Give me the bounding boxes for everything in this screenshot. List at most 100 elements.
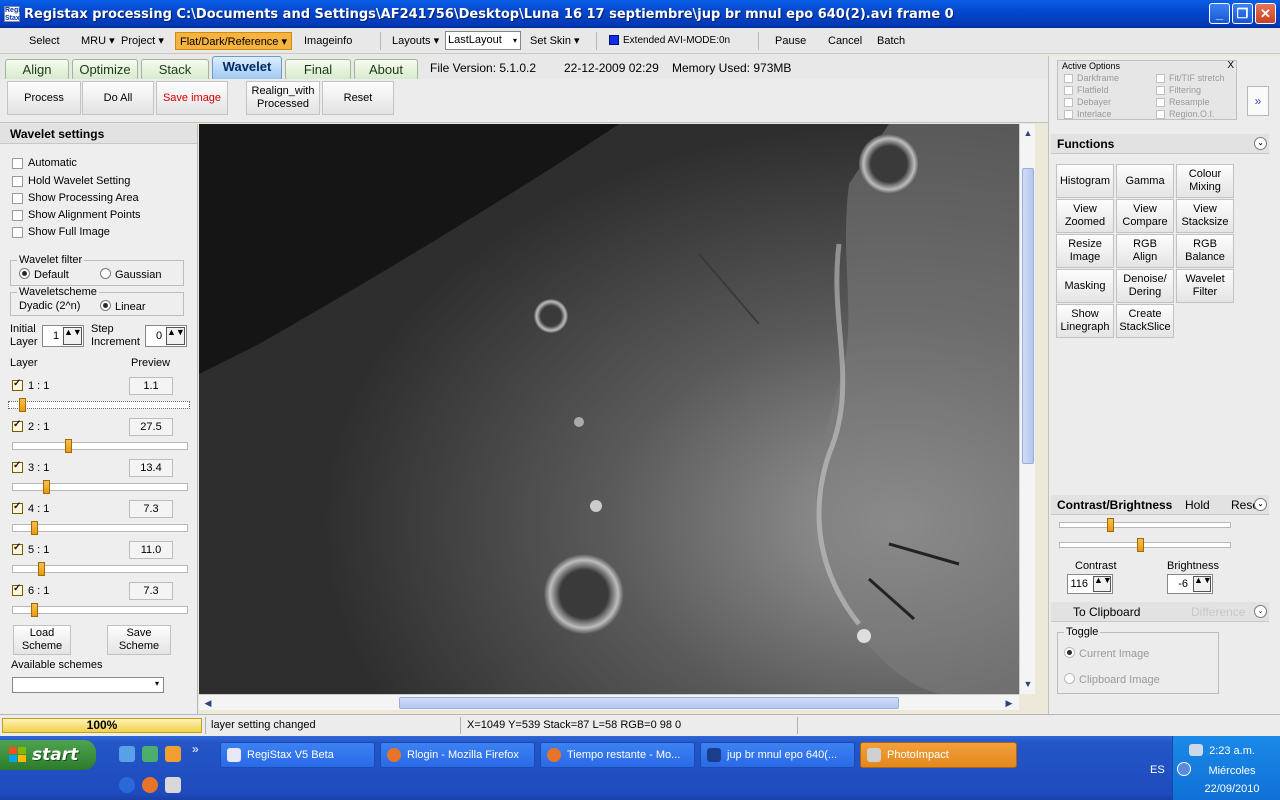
tab-stack[interactable]: Stack (141, 59, 209, 79)
firefox-icon[interactable] (142, 777, 158, 793)
close-button[interactable]: ✕ (1255, 3, 1276, 24)
denoise-dering-button[interactable]: Denoise/Dering (1116, 269, 1174, 303)
scheme-dyadic-radio[interactable]: Dyadic (2^n) (19, 300, 80, 312)
spin-arrows-icon[interactable]: ▲▼ (1093, 576, 1112, 592)
layer-preview-button[interactable]: 11.0 (129, 541, 173, 559)
show-processing-area-checkbox[interactable]: Show Processing Area (12, 190, 139, 206)
collapse-icon[interactable]: ⌄ (1254, 498, 1267, 511)
task-photoimpact[interactable]: PhotoImpact (860, 742, 1017, 768)
collapse-icon[interactable]: ⌄ (1254, 137, 1267, 150)
layout-select[interactable]: LastLayout ▾ (445, 31, 521, 50)
cb-hold-button[interactable]: Hold (1185, 495, 1210, 515)
tab-final[interactable]: Final (285, 59, 351, 79)
slider-thumb[interactable] (43, 480, 50, 494)
slider-thumb[interactable] (19, 398, 26, 412)
create-stackslice-button[interactable]: Create StackSlice (1116, 304, 1174, 338)
contrast-input[interactable]: 116 ▲▼ (1067, 574, 1113, 594)
scroll-down-icon[interactable]: ▼ (1021, 677, 1035, 691)
step-increment-stepper[interactable]: 0 ▲▼ (145, 325, 187, 347)
task-tiempo-restante[interactable]: Tiempo restante - Mo... (540, 742, 695, 768)
scheme-linear-radio[interactable]: Linear (100, 300, 146, 313)
cancel-button[interactable]: Cancel (828, 32, 862, 50)
pause-button[interactable]: Pause (775, 32, 806, 50)
layer-slider[interactable] (12, 521, 188, 535)
initial-layer-stepper[interactable]: 1 ▲▼ (42, 325, 84, 347)
layer-preview-button[interactable]: 7.3 (129, 500, 173, 518)
menu-select[interactable]: Select (29, 32, 60, 50)
histogram-button[interactable]: Histogram (1056, 164, 1114, 198)
slider-thumb[interactable] (31, 603, 38, 617)
layer-enable-checkbox[interactable] (12, 460, 23, 473)
program-icon[interactable] (165, 777, 181, 793)
task-photoshop-jup[interactable]: jup br mnul epo 640(... (700, 742, 855, 768)
quicklaunch-more-icon[interactable]: » (192, 742, 199, 756)
menu-flat-dark-reference[interactable]: Flat/Dark/Reference ▾ (175, 32, 293, 50)
slider-thumb[interactable] (31, 521, 38, 535)
colour-mixing-button[interactable]: Colour Mixing (1176, 164, 1234, 198)
slider-thumb[interactable] (65, 439, 72, 453)
masking-button[interactable]: Masking (1056, 269, 1114, 303)
task-registax[interactable]: RegiStax V5 Beta (220, 742, 375, 768)
minimize-button[interactable]: _ (1209, 3, 1230, 24)
scroll-up-icon[interactable]: ▲ (1021, 126, 1035, 140)
hold-wavelet-checkbox[interactable]: Hold Wavelet Setting (12, 173, 130, 189)
process-button[interactable]: Process (7, 81, 81, 115)
show-alignment-points-checkbox[interactable]: Show Alignment Points (12, 207, 141, 223)
gamma-button[interactable]: Gamma (1116, 164, 1174, 198)
brightness-slider[interactable] (1059, 538, 1231, 552)
filter-gaussian-radio[interactable]: Gaussian (100, 268, 161, 281)
tab-align[interactable]: Align (5, 59, 69, 79)
do-all-button[interactable]: Do All (82, 81, 154, 115)
extended-avi-indicator[interactable] (609, 35, 619, 45)
menu-project[interactable]: Project ▾ (121, 32, 164, 50)
reset-button[interactable]: Reset (322, 81, 394, 115)
title-bar[interactable]: Regi Stax Registax processing C:\Documen… (0, 0, 1280, 28)
slider-thumb[interactable] (38, 562, 45, 576)
close-icon[interactable]: X (1227, 60, 1234, 71)
maximize-button[interactable]: ❐ (1232, 3, 1253, 24)
expand-panel-button[interactable]: » (1247, 86, 1269, 116)
save-scheme-button[interactable]: Save Scheme (107, 625, 171, 655)
tab-about[interactable]: About (354, 59, 418, 79)
layer-enable-checkbox[interactable] (12, 419, 23, 432)
menu-mru[interactable]: MRU ▾ (81, 32, 115, 50)
layer-preview-button[interactable]: 27.5 (129, 418, 173, 436)
rgb-align-button[interactable]: RGB Align (1116, 234, 1174, 268)
contrast-slider[interactable] (1059, 518, 1231, 532)
load-scheme-button[interactable]: Load Scheme (13, 625, 71, 655)
vertical-scroll-thumb[interactable] (1022, 168, 1034, 464)
spin-arrows-icon[interactable]: ▲▼ (63, 327, 82, 345)
save-image-button[interactable]: Save image (156, 81, 228, 115)
spin-arrows-icon[interactable]: ▲▼ (1193, 576, 1212, 592)
filter-default-radio[interactable]: Default (19, 268, 69, 281)
layer-enable-checkbox[interactable] (12, 542, 23, 555)
scroll-right-icon[interactable]: ▶ (1002, 696, 1016, 710)
internet-explorer-icon[interactable] (119, 777, 135, 793)
clipboard-image-radio[interactable]: Clipboard Image (1064, 673, 1160, 686)
menu-imageinfo[interactable]: Imageinfo (304, 32, 352, 50)
slider-thumb[interactable] (1137, 538, 1144, 552)
layer-slider[interactable] (12, 603, 188, 617)
start-button[interactable]: start (0, 740, 96, 770)
menu-layouts[interactable]: Layouts ▾ (392, 32, 439, 50)
horizontal-scrollbar[interactable]: ◀ ▶ (199, 694, 1019, 710)
show-linegraph-button[interactable]: Show Linegraph (1056, 304, 1114, 338)
menu-set-skin[interactable]: Set Skin ▾ (530, 32, 580, 50)
view-compare-button[interactable]: View Compare (1116, 199, 1174, 233)
layer-preview-button[interactable]: 7.3 (129, 582, 173, 600)
network-icon[interactable] (142, 746, 158, 762)
view-zoomed-button[interactable]: View Zoomed (1056, 199, 1114, 233)
task-rlogin-firefox[interactable]: Rlogin - Mozilla Firefox (380, 742, 535, 768)
horizontal-scroll-thumb[interactable] (399, 697, 899, 709)
view-stacksize-button[interactable]: View Stacksize (1176, 199, 1234, 233)
realign-button[interactable]: Realign_with Processed (246, 81, 320, 115)
vertical-scrollbar[interactable]: ▲ ▼ (1019, 124, 1035, 694)
available-schemes-select[interactable]: ▾ (12, 677, 164, 693)
tab-optimize[interactable]: Optimize (72, 59, 138, 79)
language-indicator[interactable]: ES (1150, 764, 1165, 776)
image-viewport[interactable] (199, 124, 1019, 694)
layer-slider[interactable] (12, 480, 188, 494)
show-full-image-checkbox[interactable]: Show Full Image (12, 224, 110, 240)
automatic-checkbox[interactable]: Automatic (12, 155, 77, 171)
resize-image-button[interactable]: Resize Image (1056, 234, 1114, 268)
